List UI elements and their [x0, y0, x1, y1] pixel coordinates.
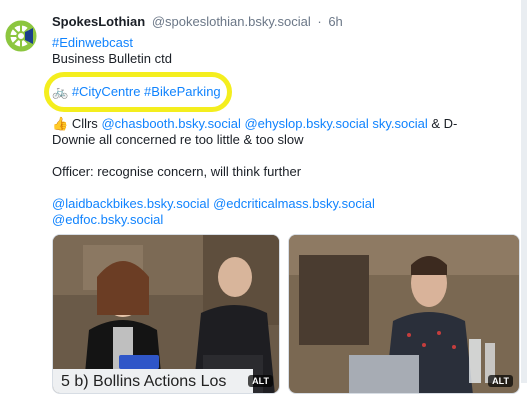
alt-badge-left[interactable]: ALT	[248, 375, 273, 387]
mention-chasbooth[interactable]: @chasbooth.bsky.social	[101, 116, 240, 131]
image-left[interactable]: 5 b) Bollins Actions Los ALT	[52, 234, 280, 394]
mention-edcriticalmass[interactable]: @edcriticalmass.bsky.social	[213, 196, 375, 211]
mention-edfoc[interactable]: @edfoc.bsky.social	[52, 212, 163, 227]
mention-ehyslop[interactable]: @ehyslop.bsky.social	[244, 116, 368, 131]
scroll-edge	[521, 0, 527, 383]
image-right[interactable]: ALT	[288, 234, 520, 394]
cllrs-suffix: & D-	[431, 116, 458, 131]
business-bulletin-text: Business Bulletin ctd	[52, 51, 172, 66]
author-handle[interactable]: @spokeslothian.bsky.social	[152, 14, 311, 29]
author-name[interactable]: SpokesLothian	[52, 14, 145, 29]
spokes-logo-icon	[4, 19, 38, 53]
council-meeting-photo-right	[289, 235, 519, 393]
mention-sky[interactable]: sky.social	[372, 116, 427, 131]
post-card[interactable]: SpokesLothian @spokeslothian.bsky.social…	[0, 0, 527, 394]
post-time[interactable]: 6h	[328, 14, 342, 29]
thumbs-up-emoji-icon: 👍	[52, 116, 69, 131]
highlight-annotation	[44, 72, 232, 112]
cllrs-prefix: Cllrs	[71, 116, 98, 131]
alt-badge-right[interactable]: ALT	[488, 375, 513, 387]
header-separator: ·	[317, 14, 322, 29]
downie-text: Downie all concerned re too little & too…	[52, 132, 304, 147]
media-gallery: 5 b) Bollins Actions Los ALT ALT	[52, 234, 520, 394]
slide-caption: 5 b) Bollins Actions Los	[53, 369, 253, 393]
post-header: SpokesLothian @spokeslothian.bsky.social…	[52, 14, 343, 29]
mention-laidbackbikes[interactable]: @laidbackbikes.bsky.social	[52, 196, 209, 211]
officer-text: Officer: recognise concern, will think f…	[52, 164, 302, 179]
hashtag-edinwebcast[interactable]: #Edinwebcast	[52, 35, 133, 50]
author-avatar[interactable]	[3, 18, 39, 54]
